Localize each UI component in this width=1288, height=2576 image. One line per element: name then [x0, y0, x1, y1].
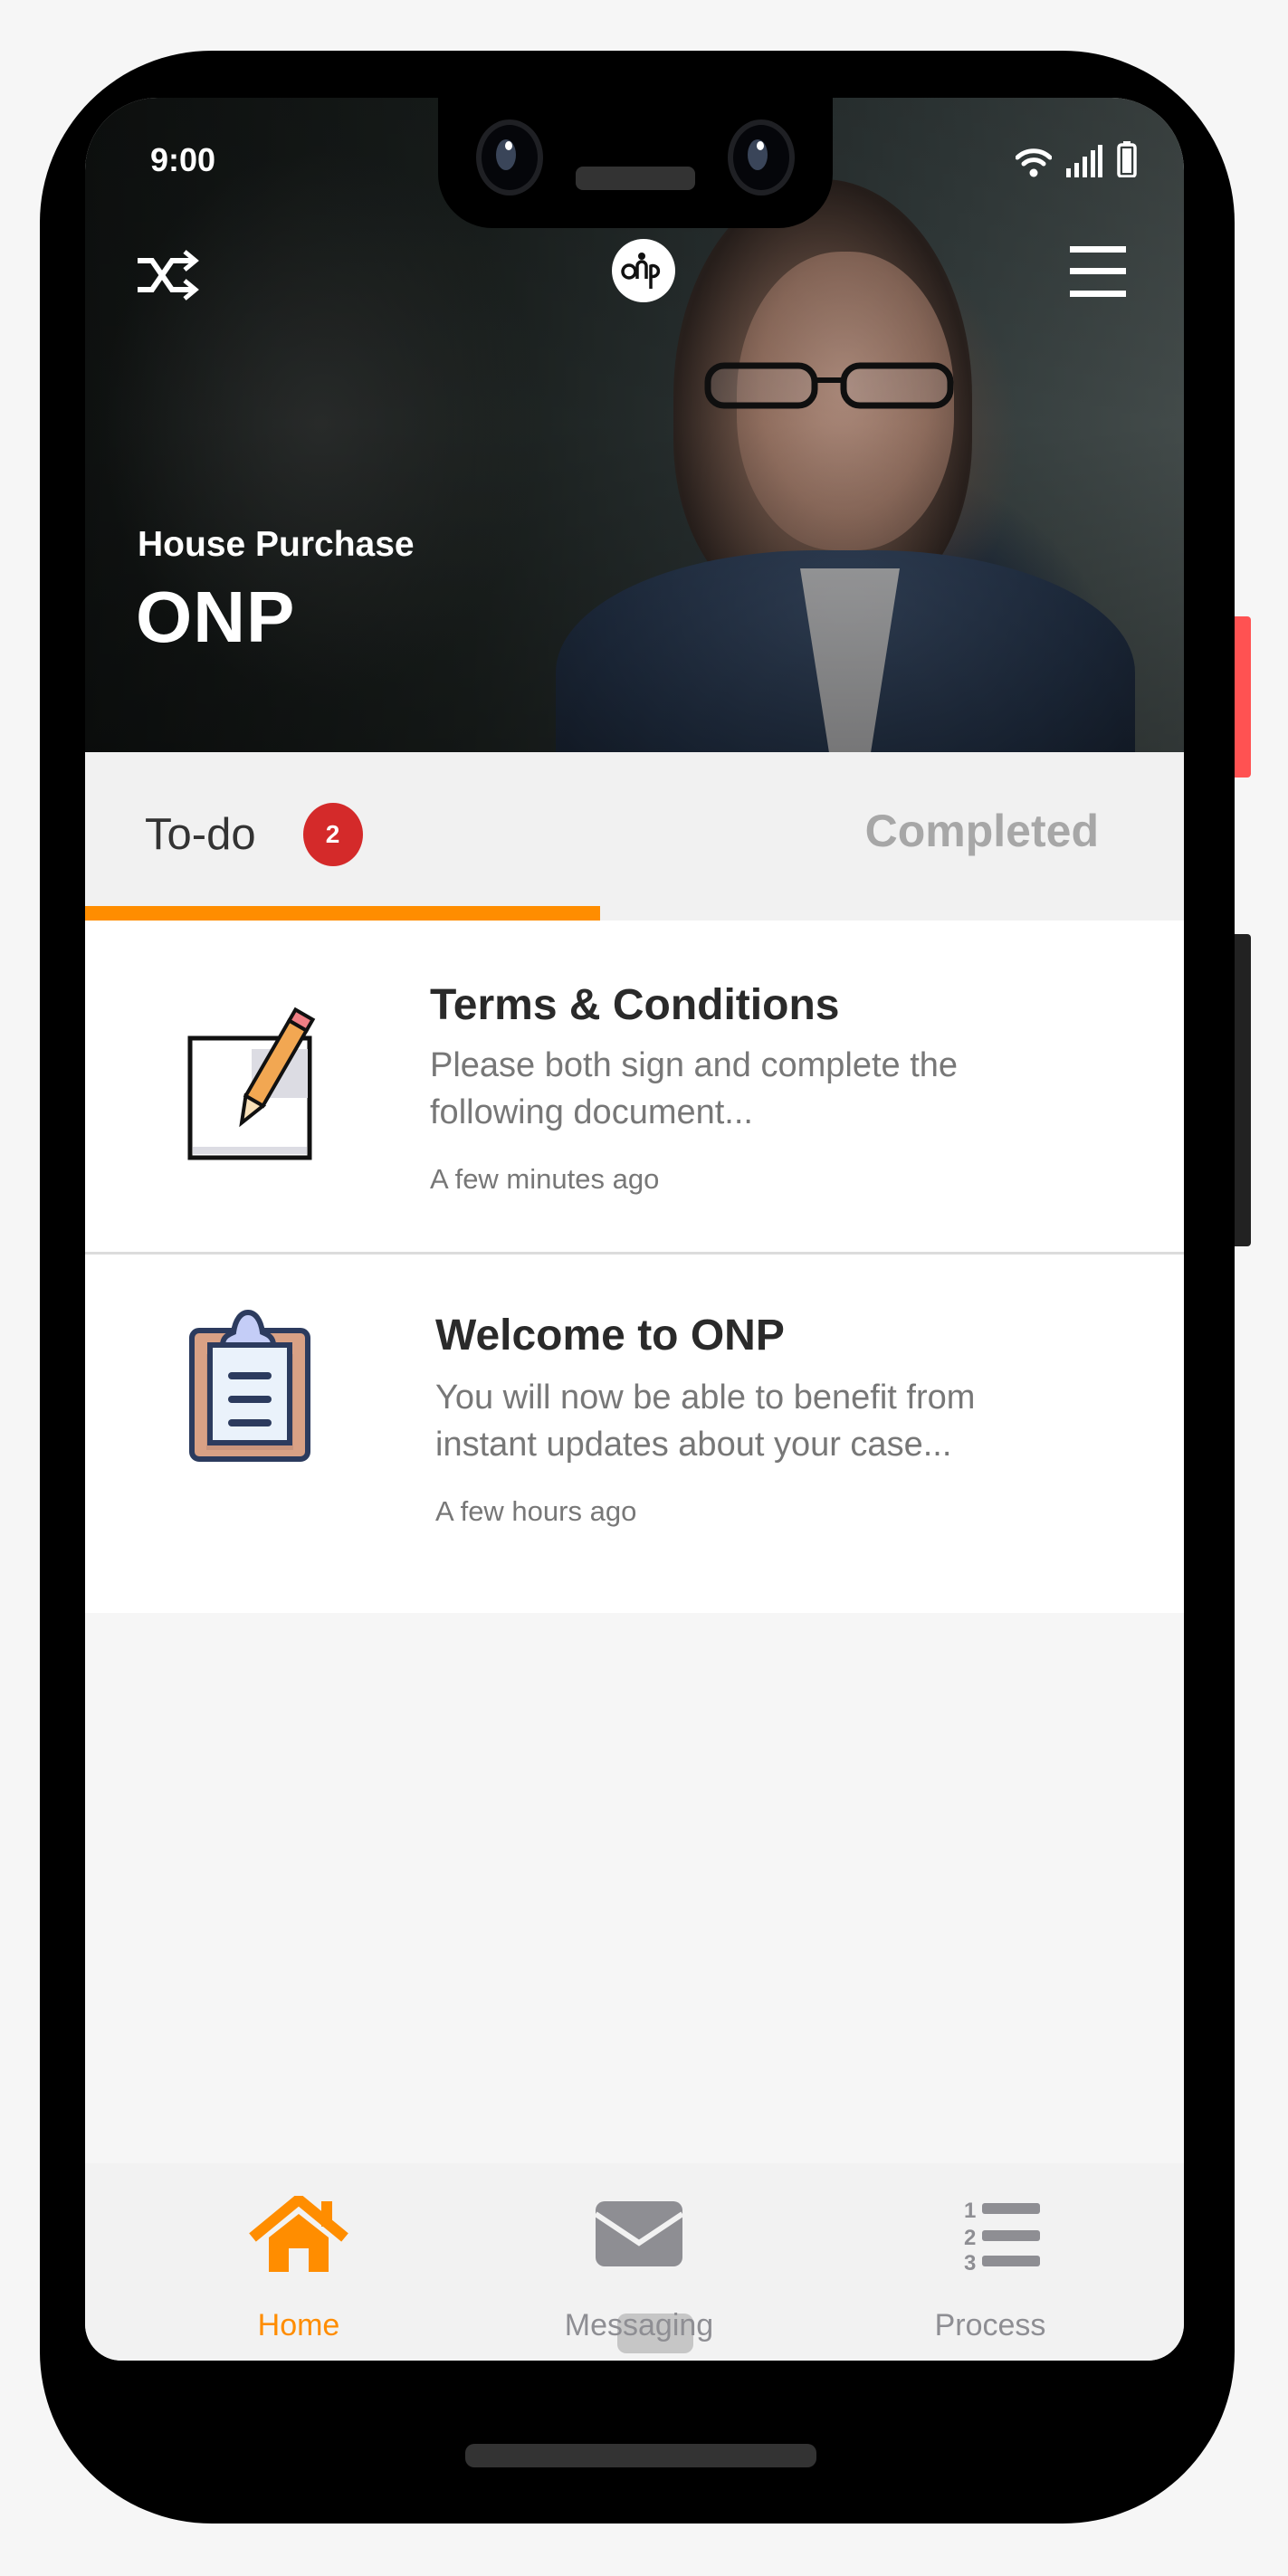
svg-text:3: 3 [964, 2251, 976, 2272]
app-screen: 9:00 House Purchase ONP To-do 2 Complete… [85, 98, 1184, 2361]
item-title: Welcome to ONP [435, 1312, 785, 1360]
status-time: 9:00 [150, 141, 216, 178]
hero-subtitle: House Purchase [138, 525, 415, 564]
hero-title: ONP [136, 577, 296, 657]
battery-icon [1117, 141, 1137, 177]
onp-logo-icon [621, 253, 661, 289]
signal-icon [1066, 145, 1102, 177]
todo-list: Terms & Conditions Please both sign and … [85, 921, 1184, 1613]
list-item[interactable]: Terms & Conditions Please both sign and … [85, 921, 1184, 1255]
numbered-list-icon: 1 2 3 [964, 2199, 1040, 2275]
item-timestamp: A few minutes ago [430, 1163, 660, 1195]
wifi-icon [1016, 148, 1052, 177]
front-camera-icon [728, 119, 795, 196]
item-description: Please both sign and complete the follow… [430, 1046, 959, 1131]
nav-process-label: Process [934, 2308, 1046, 2342]
home-icon [249, 2194, 348, 2272]
nav-messaging-label: Messaging [564, 2308, 714, 2342]
tab-bar: To-do 2 Completed [85, 752, 1184, 921]
bottom-navigation: Home Messaging 1 2 3 Process [85, 2163, 1184, 2361]
tab-todo[interactable]: To-do 2 [145, 803, 363, 866]
todo-count-badge: 2 [302, 803, 363, 866]
status-icons [1016, 141, 1137, 177]
earpiece-speaker [576, 167, 695, 190]
item-description: You will now be able to benefit from ins… [435, 1379, 976, 1464]
list-item[interactable]: Welcome to ONP You will now be able to b… [85, 1255, 1184, 1613]
clipboard-icon [189, 1309, 310, 1462]
hamburger-menu-icon[interactable] [1070, 246, 1126, 297]
volume-button [1235, 934, 1251, 1246]
onp-logo[interactable] [612, 239, 675, 302]
power-button [1235, 616, 1251, 778]
item-title: Terms & Conditions [430, 981, 840, 1029]
svg-text:1: 1 [964, 2199, 976, 2223]
envelope-icon [594, 2201, 684, 2266]
document-pencil-icon [187, 1007, 316, 1160]
active-tab-indicator [85, 906, 600, 921]
shuffle-icon[interactable] [136, 248, 205, 302]
front-camera-icon [476, 119, 543, 196]
item-timestamp: A few hours ago [435, 1495, 637, 1527]
nav-home-label: Home [257, 2308, 340, 2342]
nav-process[interactable]: 1 2 3 Process [882, 2196, 1099, 2342]
home-indicator-bar[interactable] [465, 2444, 816, 2467]
nav-home[interactable]: Home [190, 2194, 407, 2342]
tab-todo-label: To-do [145, 810, 256, 859]
nav-messaging[interactable]: Messaging [530, 2196, 748, 2353]
camera-notch [438, 98, 833, 228]
svg-text:2: 2 [964, 2226, 976, 2250]
tab-completed[interactable]: Completed [865, 805, 1099, 857]
